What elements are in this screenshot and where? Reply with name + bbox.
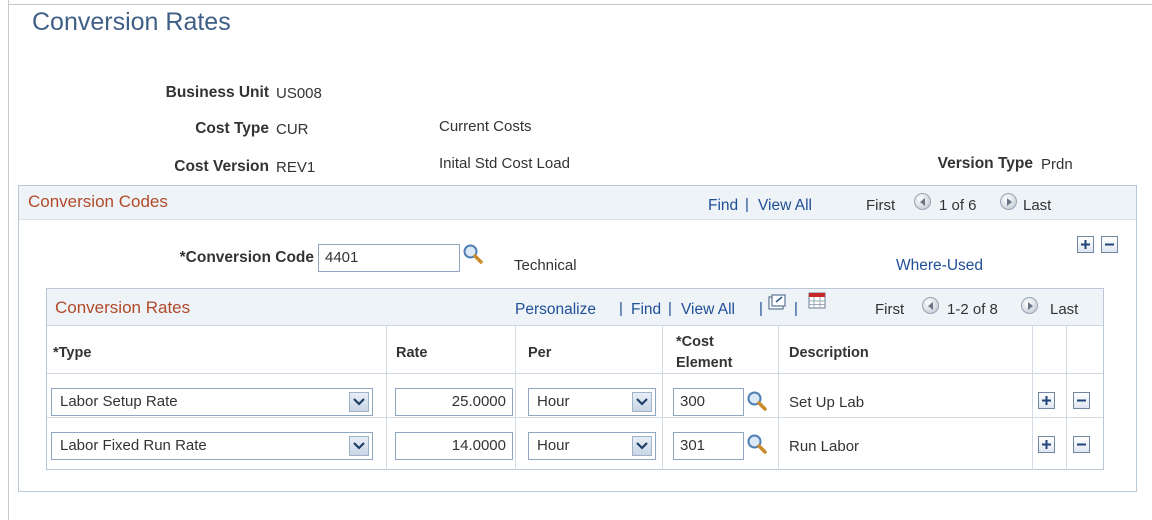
arrow-right-icon[interactable]: [1021, 297, 1038, 314]
column-header-type[interactable]: *Type: [53, 345, 91, 361]
column-header-cost-element-line1[interactable]: *Cost: [676, 334, 714, 350]
col-divider: [515, 325, 516, 470]
minus-icon[interactable]: [1073, 436, 1090, 453]
col-divider: [778, 325, 779, 470]
column-header-row: [47, 325, 1103, 374]
codes-first-label[interactable]: First: [866, 197, 895, 214]
per-select-value: Hour: [537, 437, 570, 454]
conversion-codes-title: Conversion Codes: [28, 192, 168, 211]
page-title: Conversion Rates: [32, 8, 231, 36]
chevron-down-icon[interactable]: [349, 392, 369, 412]
plus-icon[interactable]: [1038, 392, 1055, 409]
rates-counter: 1-2 of 8: [947, 301, 998, 318]
per-select[interactable]: Hour: [528, 388, 656, 416]
col-divider: [1032, 325, 1033, 470]
version-type-value: Prdn: [1041, 156, 1073, 173]
col-divider: [662, 325, 663, 470]
arrow-left-icon[interactable]: [922, 297, 939, 314]
frame-top-border: [8, 4, 1152, 5]
codes-last-label[interactable]: Last: [1023, 197, 1051, 214]
col-divider: [1066, 325, 1067, 470]
arrow-left-icon[interactable]: [914, 193, 931, 210]
column-header-description[interactable]: Description: [789, 345, 869, 361]
plus-icon[interactable]: [1077, 236, 1094, 253]
zoom-grid-icon[interactable]: [768, 294, 786, 311]
version-type-label: Version Type: [937, 155, 1033, 172]
cost-version-description: Inital Std Cost Load: [439, 155, 570, 172]
separator: |: [759, 300, 763, 317]
where-used-link[interactable]: Where-Used: [896, 257, 983, 275]
rate-input[interactable]: 25.0000: [395, 388, 513, 416]
chevron-down-icon[interactable]: [632, 392, 652, 412]
rates-last-label[interactable]: Last: [1050, 301, 1078, 318]
conversion-code-label: *Conversion Code: [179, 249, 314, 266]
minus-icon[interactable]: [1073, 392, 1090, 409]
download-grid-icon[interactable]: [808, 292, 826, 309]
conversion-rates-title: Conversion Rates: [55, 298, 191, 317]
magnifier-icon[interactable]: [746, 433, 768, 455]
column-header-rate[interactable]: Rate: [396, 345, 427, 361]
cost-type-label: Cost Type: [195, 120, 269, 137]
cost-version-label: Cost Version: [174, 158, 269, 175]
separator: |: [619, 300, 623, 317]
personalize-link[interactable]: Personalize: [515, 301, 596, 319]
arrow-right-icon[interactable]: [1000, 193, 1017, 210]
type-select-value: Labor Fixed Run Rate: [60, 437, 207, 454]
column-header-cost-element-line2[interactable]: Element: [676, 355, 732, 371]
codes-view-all-link[interactable]: View All: [758, 197, 812, 215]
type-select-value: Labor Setup Rate: [60, 393, 178, 410]
per-select[interactable]: Hour: [528, 432, 656, 460]
row-divider: [47, 417, 1103, 418]
rates-find-link[interactable]: Find: [631, 301, 661, 319]
codes-counter: 1 of 6: [939, 197, 977, 214]
rate-input[interactable]: 14.0000: [395, 432, 513, 460]
magnifier-icon[interactable]: [462, 243, 484, 265]
business-unit-label: Business Unit: [165, 84, 269, 101]
type-select[interactable]: Labor Fixed Run Rate: [51, 432, 373, 460]
rates-view-all-link[interactable]: View All: [681, 301, 735, 319]
description-value: Set Up Lab: [789, 394, 865, 411]
separator: |: [794, 300, 798, 317]
cost-element-input[interactable]: 301: [673, 432, 744, 460]
cost-element-input[interactable]: 300: [673, 388, 744, 416]
cost-type-value: CUR: [276, 121, 309, 138]
separator: |: [668, 300, 672, 317]
description-value: Run Labor: [789, 438, 860, 455]
cost-type-description: Current Costs: [439, 118, 532, 135]
frame-left-border: [8, 0, 9, 520]
codes-find-link[interactable]: Find: [708, 197, 738, 215]
business-unit-value: US008: [276, 85, 322, 102]
chevron-down-icon[interactable]: [349, 436, 369, 456]
separator: |: [745, 196, 749, 213]
cost-version-value: REV1: [276, 159, 316, 176]
plus-icon[interactable]: [1038, 436, 1055, 453]
type-select[interactable]: Labor Setup Rate: [51, 388, 373, 416]
col-divider: [386, 325, 387, 470]
column-header-per[interactable]: Per: [528, 345, 551, 361]
minus-icon[interactable]: [1101, 236, 1118, 253]
conversion-code-description: Technical: [514, 257, 577, 274]
magnifier-icon[interactable]: [746, 390, 768, 412]
per-select-value: Hour: [537, 393, 570, 410]
rates-first-label[interactable]: First: [875, 301, 904, 318]
conversion-code-input[interactable]: 4401: [318, 244, 460, 272]
chevron-down-icon[interactable]: [632, 436, 652, 456]
